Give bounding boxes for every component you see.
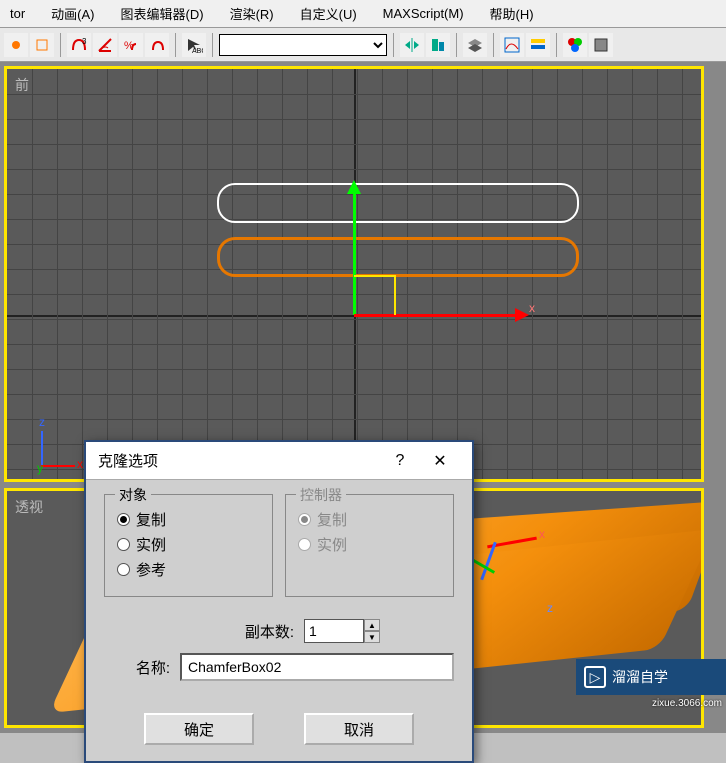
- watermark-url: zixue.3066.com: [652, 698, 722, 709]
- dialog-titlebar[interactable]: 克隆选项 ? ✕: [86, 442, 472, 480]
- svg-text:3: 3: [82, 37, 87, 46]
- object-group: 对象 复制 实例 参考: [104, 494, 273, 597]
- menu-item-partial[interactable]: tor: [4, 2, 31, 25]
- snap-toggle-icon[interactable]: 3: [67, 33, 91, 57]
- name-label: 名称:: [104, 657, 170, 678]
- menu-item-animation[interactable]: 动画(A): [45, 0, 100, 27]
- render-setup-icon[interactable]: [589, 33, 613, 57]
- object-legend: 对象: [115, 485, 151, 505]
- controller-legend: 控制器: [296, 485, 346, 505]
- clone-options-dialog: 克隆选项 ? ✕ 对象 复制 实例 参考 控制器 复制 实例 副本数:: [84, 440, 474, 763]
- play-icon: ▷: [584, 666, 606, 688]
- gizmo-x-axis[interactable]: [354, 314, 524, 317]
- name-row: 名称:: [104, 653, 454, 681]
- toolbar-separator: [493, 33, 494, 57]
- radio-copy[interactable]: 复制: [117, 509, 260, 530]
- radio-icon: [298, 538, 311, 551]
- viewport-area: 前 x z x y 透视 x z 克隆选项: [0, 62, 726, 733]
- radio-icon: [117, 538, 130, 551]
- radio-reference[interactable]: 参考: [117, 559, 260, 580]
- menu-bar: tor 动画(A) 图表编辑器(D) 渲染(R) 自定义(U) MAXScrip…: [0, 0, 726, 28]
- spinner-up-icon[interactable]: ▲: [364, 619, 380, 631]
- layers-icon[interactable]: [463, 33, 487, 57]
- angle-snap-icon[interactable]: [93, 33, 117, 57]
- named-selection-icon[interactable]: ABC: [182, 33, 206, 57]
- watermark-text: 溜溜自学: [612, 667, 668, 687]
- curve-editor-icon[interactable]: [500, 33, 524, 57]
- close-button[interactable]: ✕: [420, 446, 460, 476]
- radio-icon: [298, 513, 311, 526]
- chamferbox-selected[interactable]: [217, 183, 579, 223]
- toolbar-separator: [393, 33, 394, 57]
- name-input[interactable]: [180, 653, 454, 681]
- mirror-icon[interactable]: [400, 33, 424, 57]
- menu-item-help[interactable]: 帮助(H): [484, 0, 540, 27]
- cancel-button[interactable]: 取消: [304, 713, 414, 745]
- radio-icon: [117, 513, 130, 526]
- main-toolbar: 3 % ABC: [0, 28, 726, 62]
- radio-icon: [117, 563, 130, 576]
- copies-row: 副本数: ▲ ▼: [104, 619, 454, 643]
- svg-text:ABC: ABC: [192, 48, 203, 54]
- dialog-title: 克隆选项: [98, 450, 380, 471]
- copies-spinner[interactable]: ▲ ▼: [304, 619, 380, 643]
- material-editor-icon[interactable]: [563, 33, 587, 57]
- tool-icon[interactable]: [4, 33, 28, 57]
- spinner-snap-icon[interactable]: [145, 33, 169, 57]
- toolbar-separator: [175, 33, 176, 57]
- radio-controller-instance: 实例: [298, 534, 441, 555]
- gizmo-y-axis[interactable]: [353, 185, 356, 315]
- toolbar-separator: [60, 33, 61, 57]
- help-button[interactable]: ?: [380, 446, 420, 476]
- copies-input[interactable]: [304, 619, 364, 643]
- ok-button[interactable]: 确定: [144, 713, 254, 745]
- menu-item-customize[interactable]: 自定义(U): [294, 0, 363, 27]
- align-icon[interactable]: [426, 33, 450, 57]
- radio-instance[interactable]: 实例: [117, 534, 260, 555]
- tool-icon[interactable]: [30, 33, 54, 57]
- menu-item-maxscript[interactable]: MAXScript(M): [377, 2, 470, 25]
- copies-label: 副本数:: [104, 621, 294, 642]
- watermark: ▷ 溜溜自学: [576, 659, 726, 695]
- named-selection-dropdown[interactable]: [219, 34, 387, 56]
- spinner-down-icon[interactable]: ▼: [364, 631, 380, 643]
- viewport-label-perspective: 透视: [15, 497, 43, 517]
- percent-snap-icon[interactable]: %: [119, 33, 143, 57]
- toolbar-separator: [456, 33, 457, 57]
- chamferbox-clone[interactable]: [217, 237, 579, 277]
- toolbar-separator: [212, 33, 213, 57]
- axis-label-x: x: [529, 301, 535, 315]
- radio-controller-copy: 复制: [298, 509, 441, 530]
- controller-group: 控制器 复制 实例: [285, 494, 454, 597]
- menu-item-graph-editor[interactable]: 图表编辑器(D): [115, 0, 210, 27]
- schematic-view-icon[interactable]: [526, 33, 550, 57]
- menu-item-render[interactable]: 渲染(R): [224, 0, 280, 27]
- viewport-front[interactable]: 前 x z x y: [4, 66, 704, 482]
- toolbar-separator: [556, 33, 557, 57]
